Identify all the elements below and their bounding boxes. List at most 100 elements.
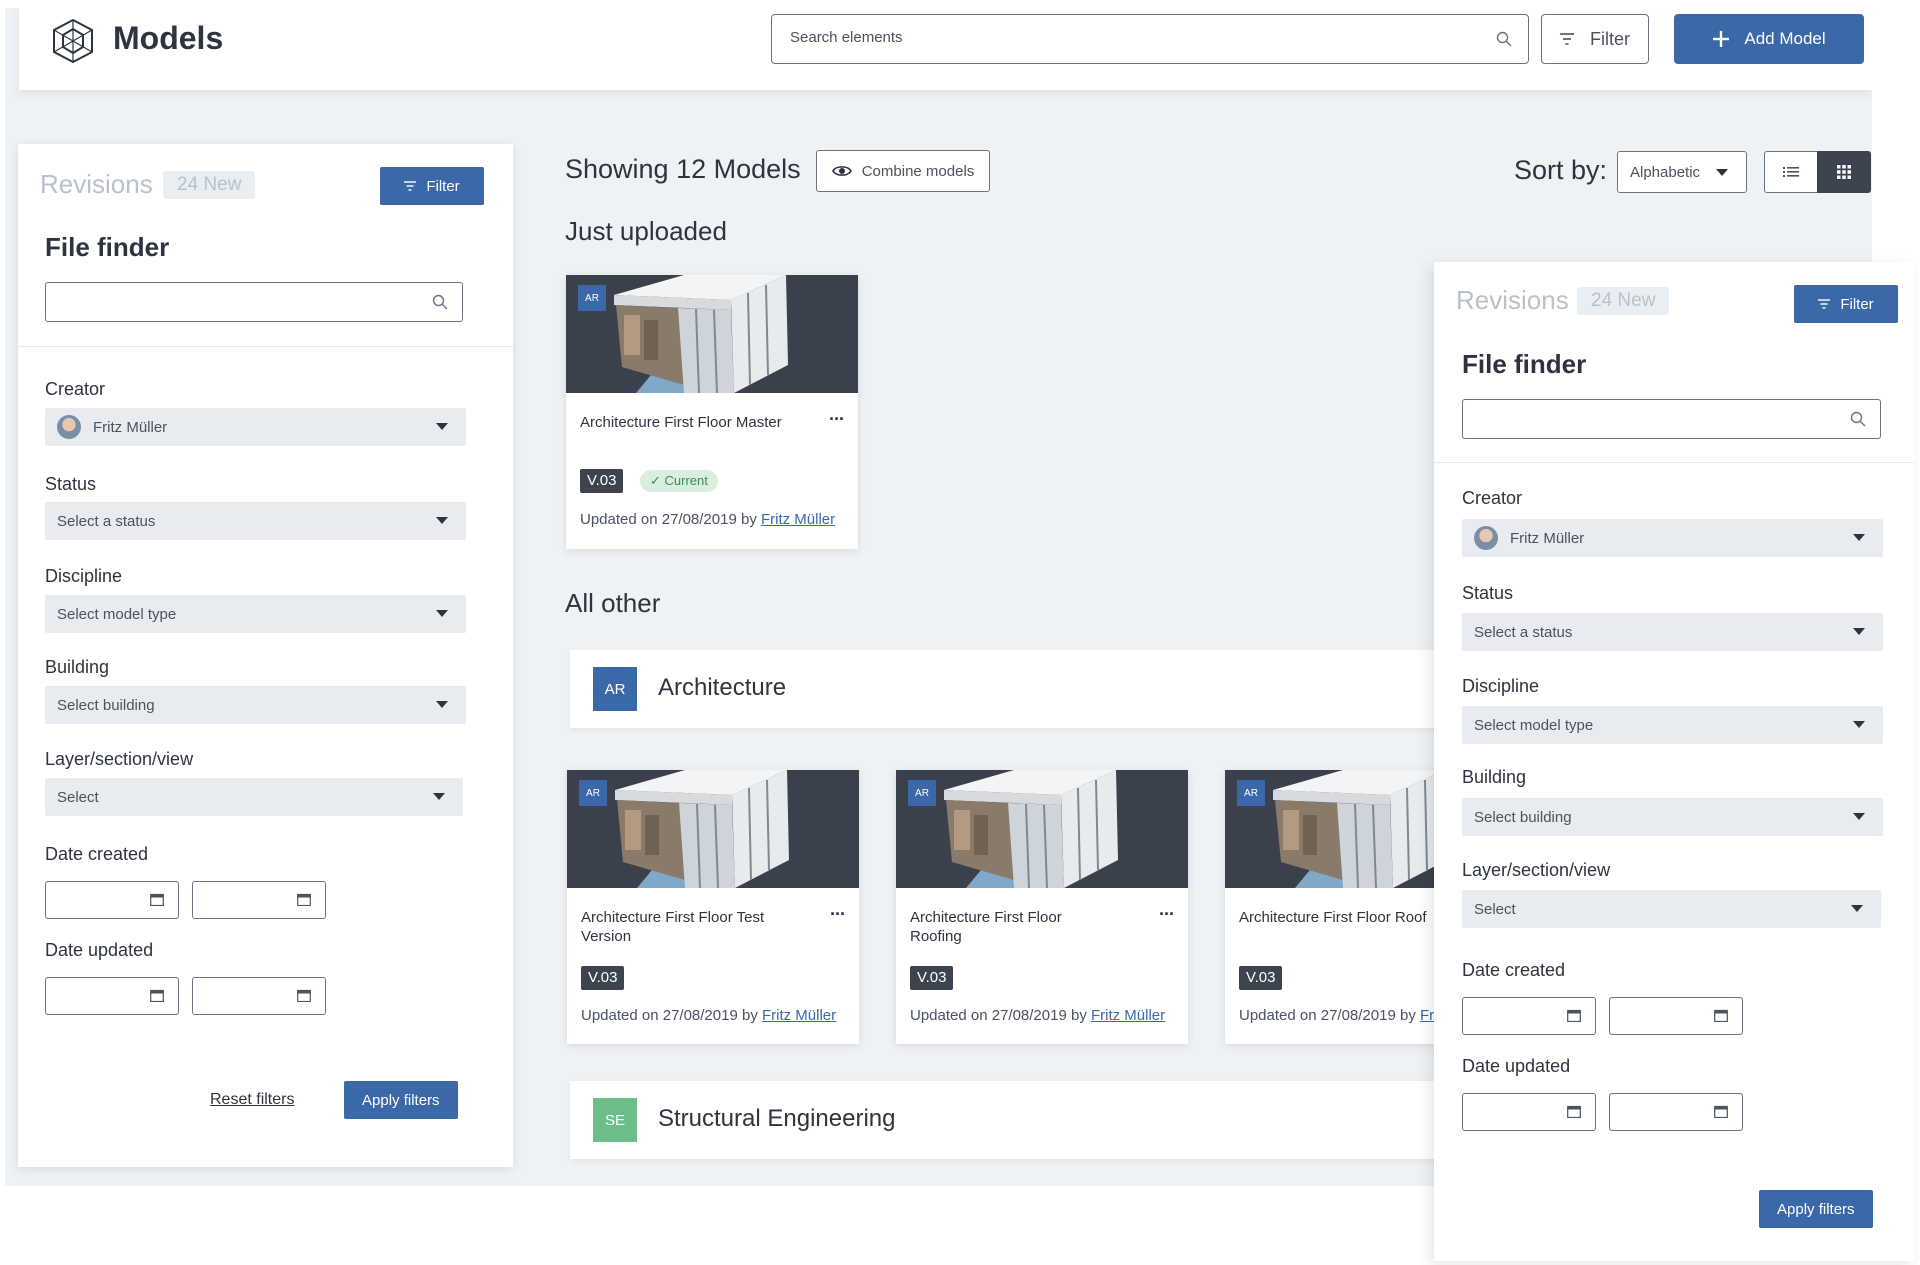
author-link[interactable]: Fritz Müller bbox=[761, 511, 835, 528]
discipline-select[interactable]: Select model type bbox=[45, 595, 466, 633]
model-thumbnail: AR bbox=[896, 770, 1188, 888]
layer-select[interactable]: Select bbox=[1462, 890, 1881, 928]
calendar-icon bbox=[297, 989, 311, 1002]
chevron-down-icon bbox=[436, 610, 448, 617]
panel-filter-label: Filter bbox=[1840, 295, 1874, 313]
chevron-down-icon bbox=[1716, 169, 1728, 176]
group-name: Structural Engineering bbox=[658, 1105, 896, 1132]
chevron-down-icon bbox=[436, 517, 448, 524]
chevron-down-icon bbox=[436, 423, 448, 430]
avatar bbox=[57, 415, 81, 439]
date-created-from-input[interactable] bbox=[1462, 997, 1596, 1035]
date-updated-to-input[interactable] bbox=[192, 977, 326, 1015]
status-label: Status bbox=[1462, 583, 1514, 603]
building-model-image bbox=[615, 770, 789, 888]
discipline-select[interactable]: Select model type bbox=[1462, 706, 1883, 744]
building-label: Building bbox=[45, 657, 110, 677]
author-link[interactable]: Fritz Müller bbox=[1091, 1007, 1165, 1024]
discipline-label: Discipline bbox=[1462, 676, 1540, 696]
sort-by-label: Sort by: bbox=[1514, 155, 1608, 185]
header-filter-button[interactable]: Filter bbox=[1541, 14, 1649, 64]
layer-select[interactable]: Select bbox=[45, 778, 463, 816]
layer-label: Layer/section/view bbox=[45, 749, 194, 769]
version-badge: V.03 bbox=[581, 966, 625, 990]
calendar-icon bbox=[1714, 1105, 1728, 1118]
creator-select[interactable]: Fritz Müller bbox=[45, 408, 466, 446]
author-link[interactable]: Fr bbox=[1420, 1007, 1434, 1024]
model-title: Architecture First Floor Roofing bbox=[910, 909, 1062, 945]
date-created-to-input[interactable] bbox=[1609, 997, 1743, 1035]
all-other-heading: All other bbox=[565, 588, 661, 618]
chevron-down-icon bbox=[436, 701, 448, 708]
creator-select[interactable]: Fritz Müller bbox=[1462, 519, 1883, 557]
sort-select[interactable]: Alphabetic bbox=[1617, 151, 1747, 193]
updated-info: Updated on 27/08/2019 by Fritz Müller bbox=[580, 511, 835, 528]
version-badge: V.03 bbox=[580, 469, 624, 493]
building-select[interactable]: Select building bbox=[45, 686, 466, 724]
search-icon bbox=[432, 294, 448, 310]
filter-icon bbox=[1818, 299, 1831, 309]
updated-text: Updated on 27/08/2019 by bbox=[910, 1007, 1091, 1024]
chevron-down-icon bbox=[1853, 721, 1865, 728]
chevron-down-icon bbox=[1851, 905, 1863, 912]
search-field[interactable] bbox=[771, 14, 1529, 64]
model-card[interactable]: AR Architecture First Floor Roofing ··· … bbox=[896, 770, 1188, 1044]
date-created-label: Date created bbox=[45, 844, 149, 864]
creator-value: Fritz Müller bbox=[93, 418, 168, 436]
more-options-icon[interactable]: ··· bbox=[829, 409, 845, 430]
apply-filters-button[interactable]: Apply filters bbox=[344, 1081, 458, 1119]
more-options-icon[interactable]: ··· bbox=[830, 904, 846, 925]
layer-value: Select bbox=[1474, 900, 1516, 918]
status-text: Current bbox=[664, 473, 708, 488]
reset-filters-link[interactable]: Reset filters bbox=[210, 1091, 294, 1109]
updated-info: Updated on 27/08/2019 by Fritz Müller bbox=[910, 1007, 1165, 1024]
right-filter-panel: Revisions 24 New Filter File finder Crea… bbox=[1434, 262, 1914, 1261]
building-select[interactable]: Select building bbox=[1462, 798, 1883, 836]
updated-info: Updated on 27/08/2019 by Fr bbox=[1239, 1007, 1434, 1024]
discipline-value: Select model type bbox=[1474, 716, 1594, 734]
status-select[interactable]: Select a status bbox=[45, 502, 466, 540]
status-value: Select a status bbox=[57, 512, 156, 530]
date-updated-from-input[interactable] bbox=[1462, 1093, 1596, 1131]
date-updated-label: Date updated bbox=[1462, 1056, 1571, 1076]
group-name: Architecture bbox=[658, 674, 787, 701]
avatar bbox=[1474, 526, 1498, 550]
date-created-to-input[interactable] bbox=[192, 881, 326, 919]
date-created-from-input[interactable] bbox=[45, 881, 179, 919]
revisions-heading: Revisions bbox=[40, 169, 153, 199]
combine-models-button[interactable]: Combine models bbox=[816, 150, 990, 192]
chevron-down-icon bbox=[1853, 534, 1865, 541]
creator-value: Fritz Müller bbox=[1510, 529, 1585, 547]
search-icon bbox=[1496, 31, 1512, 47]
status-select[interactable]: Select a status bbox=[1462, 613, 1883, 651]
building-value: Select building bbox=[1474, 808, 1572, 826]
file-finder-search-input[interactable] bbox=[45, 282, 463, 322]
panel-filter-button[interactable]: Filter bbox=[1794, 285, 1898, 323]
calendar-icon bbox=[1567, 1009, 1581, 1022]
date-updated-to-input[interactable] bbox=[1609, 1093, 1743, 1131]
add-model-button[interactable]: Add Model bbox=[1674, 14, 1864, 64]
new-count-badge: 24 New bbox=[163, 171, 256, 199]
model-card[interactable]: AR Architecture First Floor Test Version… bbox=[567, 770, 859, 1044]
updated-info: Updated on 27/08/2019 by Fritz Müller bbox=[581, 1007, 836, 1024]
list-view-button[interactable] bbox=[1764, 151, 1818, 193]
more-options-icon[interactable]: ··· bbox=[1159, 904, 1175, 925]
calendar-icon bbox=[1714, 1009, 1728, 1022]
panel-filter-label: Filter bbox=[426, 177, 460, 195]
date-updated-from-input[interactable] bbox=[45, 977, 179, 1015]
model-thumbnail: AR bbox=[566, 275, 858, 393]
panel-filter-button[interactable]: Filter bbox=[380, 167, 484, 205]
file-finder-search-input[interactable] bbox=[1462, 399, 1881, 439]
model-card[interactable]: AR Architecture First Floor Master ··· V… bbox=[566, 275, 858, 549]
calendar-icon bbox=[1567, 1105, 1581, 1118]
grid-view-button[interactable] bbox=[1817, 151, 1871, 193]
search-input[interactable] bbox=[790, 29, 1470, 46]
page-title: Models bbox=[113, 20, 224, 56]
author-link[interactable]: Fritz Müller bbox=[762, 1007, 836, 1024]
building-label: Building bbox=[1462, 767, 1527, 787]
models-count-heading: Showing 12 Models bbox=[565, 154, 801, 184]
apply-filters-button[interactable]: Apply filters bbox=[1759, 1190, 1873, 1228]
calendar-icon bbox=[150, 893, 164, 906]
combine-models-label: Combine models bbox=[861, 162, 975, 180]
revisions-heading: Revisions bbox=[1456, 285, 1569, 315]
